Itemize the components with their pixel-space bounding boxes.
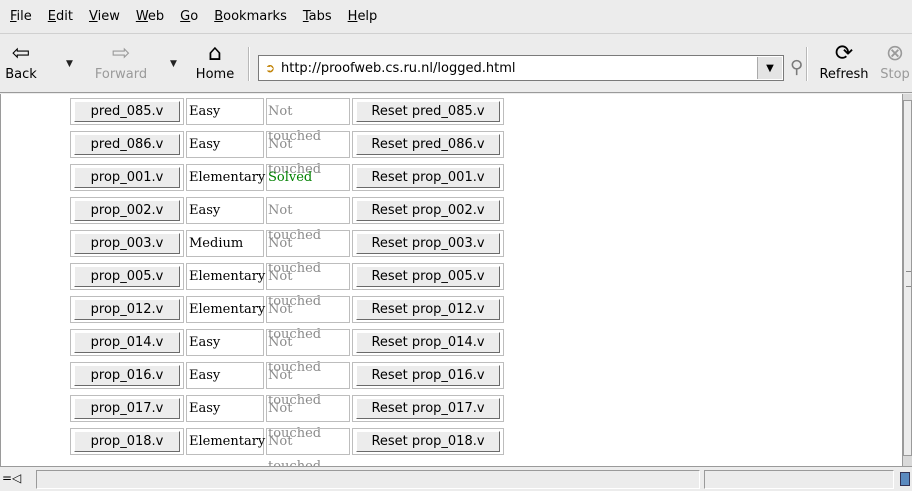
site-favicon-icon: ➲ xyxy=(264,61,276,75)
url-history-dropdown-icon[interactable]: ▼ xyxy=(757,57,782,79)
status-text-field xyxy=(36,470,700,489)
vertical-scrollbar[interactable] xyxy=(902,94,912,466)
menu-bar: File Edit View Web Go Bookmarks Tabs Help xyxy=(0,0,912,34)
status-cell: Not touched xyxy=(266,428,350,466)
forward-button[interactable]: ⇨ Forward xyxy=(86,39,156,82)
exercise-button[interactable]: prop_017.v xyxy=(74,398,180,419)
menu-item[interactable]: File xyxy=(2,9,40,24)
refresh-label: Refresh xyxy=(819,67,869,82)
url-input[interactable]: http://proofweb.cs.ru.nl/logged.html xyxy=(281,61,757,76)
status-cell: Not touched xyxy=(266,263,350,309)
difficulty-cell: Medium xyxy=(186,230,264,257)
back-label: Back xyxy=(5,67,37,82)
home-icon: ⌂ xyxy=(208,41,222,66)
status-cell: Not touched xyxy=(266,131,350,177)
go-icon[interactable]: ⚲ xyxy=(790,57,803,78)
exercise-button[interactable]: prop_012.v xyxy=(74,299,180,320)
reset-button[interactable]: Reset prop_005.v xyxy=(356,266,500,287)
status-cell: Not touched xyxy=(266,362,350,408)
refresh-button[interactable]: ⟳ Refresh xyxy=(814,39,874,82)
status-cell: Not touched xyxy=(266,296,350,342)
navigation-toolbar: ⇦ Back ▼ ⇨ Forward ▼ ⌂ Home ➲ http://pro… xyxy=(0,35,912,93)
reset-button[interactable]: Reset prop_001.v xyxy=(356,167,500,188)
exercise-button[interactable]: prop_014.v xyxy=(74,332,180,353)
reset-button[interactable]: Reset prop_003.v xyxy=(356,233,500,254)
status-cell: Solved xyxy=(266,164,350,191)
status-cell: Not touched xyxy=(266,395,350,441)
scrollbar-thumb[interactable] xyxy=(903,100,912,456)
refresh-icon: ⟳ xyxy=(834,41,854,66)
home-label: Home xyxy=(195,67,235,82)
reset-button[interactable]: Reset prop_012.v xyxy=(356,299,500,320)
status-cell: Not touched xyxy=(266,98,350,144)
forward-arrow-icon: ⇨ xyxy=(111,41,131,66)
reset-button[interactable]: Reset prop_017.v xyxy=(356,398,500,419)
difficulty-cell: Easy xyxy=(186,362,264,389)
exercise-button[interactable]: pred_086.v xyxy=(74,134,180,155)
toolbar-separator xyxy=(248,47,250,81)
location-bar[interactable]: ➲ http://proofweb.cs.ru.nl/logged.html ▼ xyxy=(258,55,784,81)
menu-item[interactable]: Bookmarks xyxy=(206,9,295,24)
difficulty-cell: Easy xyxy=(186,131,264,158)
status-cell: Not touched xyxy=(266,329,350,375)
page-content: pred_085.v Easy Not touched Reset pred_085.… xyxy=(0,94,902,466)
difficulty-cell: Easy xyxy=(186,197,264,224)
difficulty-cell: Easy xyxy=(186,395,264,422)
difficulty-cell: Easy xyxy=(186,98,264,125)
difficulty-cell: Elementary xyxy=(186,296,265,323)
menu-item[interactable]: Help xyxy=(340,9,386,24)
connection-icon: =◁ xyxy=(2,471,22,485)
exercise-button[interactable]: pred_085.v xyxy=(74,101,180,122)
security-lock-icon xyxy=(900,472,910,486)
exercise-button[interactable]: prop_018.v xyxy=(74,431,180,452)
status-cell: Not touched xyxy=(266,197,350,243)
reset-button[interactable]: Reset prop_014.v xyxy=(356,332,500,353)
forward-label: Forward xyxy=(94,67,148,82)
reset-button[interactable]: Reset prop_002.v xyxy=(356,200,500,221)
back-arrow-icon: ⇦ xyxy=(11,41,31,66)
difficulty-cell: Elementary xyxy=(186,428,265,455)
exercise-button[interactable]: prop_016.v xyxy=(74,365,180,386)
stop-button[interactable]: ⊗ Stop xyxy=(878,39,912,82)
difficulty-cell: Elementary xyxy=(186,263,265,290)
exercise-button[interactable]: prop_005.v xyxy=(74,266,180,287)
menu-item[interactable]: Web xyxy=(128,9,172,24)
menu-item[interactable]: Go xyxy=(172,9,206,24)
exercise-button[interactable]: prop_001.v xyxy=(74,167,180,188)
home-button[interactable]: ⌂ Home xyxy=(192,39,238,82)
status-bar: =◁ xyxy=(0,466,912,491)
reset-button[interactable]: Reset prop_016.v xyxy=(356,365,500,386)
toolbar-separator xyxy=(806,47,808,81)
back-button[interactable]: ⇦ Back xyxy=(2,39,40,82)
reset-button[interactable]: Reset prop_018.v xyxy=(356,431,500,452)
menu-item[interactable]: View xyxy=(81,9,128,24)
reset-button[interactable]: Reset pred_086.v xyxy=(356,134,500,155)
menu-item[interactable]: Tabs xyxy=(295,9,340,24)
exercise-button[interactable]: prop_002.v xyxy=(74,200,180,221)
forward-history-dropdown-icon[interactable]: ▼ xyxy=(170,59,177,69)
menu-item[interactable]: Edit xyxy=(40,9,81,24)
stop-label: Stop xyxy=(880,67,910,82)
status-cell: Not touched xyxy=(266,230,350,276)
difficulty-cell: Elementary xyxy=(186,164,265,191)
difficulty-cell: Easy xyxy=(186,329,264,356)
back-history-dropdown-icon[interactable]: ▼ xyxy=(66,59,73,69)
reset-button[interactable]: Reset pred_085.v xyxy=(356,101,500,122)
status-progress-field xyxy=(704,470,894,489)
exercise-button[interactable]: prop_003.v xyxy=(74,233,180,254)
stop-icon: ⊗ xyxy=(885,41,905,66)
